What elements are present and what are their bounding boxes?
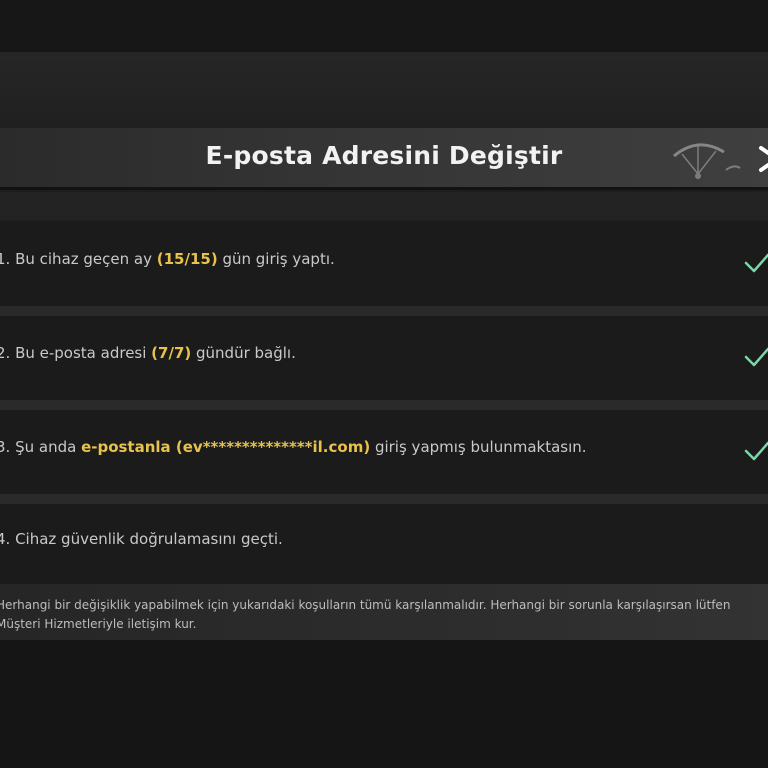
condition-highlight: (7/7): [151, 344, 192, 362]
background-lower: [0, 640, 768, 768]
check-icon: [744, 347, 768, 367]
condition-row: 3. Şu anda e-postanla (ev**************i…: [0, 410, 768, 504]
dialog-footer: Herhangi bir değişiklik yapabilmek için …: [0, 584, 768, 640]
condition-row: 2. Bu e-posta adresi (7/7) gündür bağlı.: [0, 316, 768, 410]
parachute-icon: [673, 143, 741, 179]
condition-text-part: 1. Bu cihaz geçen ay: [0, 250, 157, 268]
condition-highlight: (15/15): [156, 250, 218, 268]
dialog-title: E-posta Adresini Değiştir: [205, 141, 563, 170]
condition-text: 4. Cihaz güvenlik doğrulamasını geçti.: [0, 530, 283, 548]
condition-text-part: 3. Şu anda: [0, 438, 82, 456]
condition-text-part: giriş yapmış bulunmaktasın.: [370, 438, 587, 456]
condition-text: 3. Şu anda e-postanla (ev**************i…: [0, 438, 587, 456]
close-icon[interactable]: [755, 142, 768, 176]
check-icon: [744, 441, 768, 461]
condition-text: 2. Bu e-posta adresi (7/7) gündür bağlı.: [0, 344, 296, 362]
check-icon: [744, 253, 768, 273]
condition-row: 4. Cihaz güvenlik doğrulamasını geçti.: [0, 504, 768, 584]
change-email-dialog: E-posta Adresini Değiştir 1. Bu cihaz ge…: [0, 128, 768, 640]
dialog-subheader: [0, 192, 768, 220]
condition-text-part: gündür bağlı.: [191, 344, 296, 362]
condition-highlight: e-postanla (ev**************il.com): [81, 438, 371, 456]
footer-note: Herhangi bir değişiklik yapabilmek için …: [0, 598, 731, 631]
condition-text-part: 2. Bu e-posta adresi: [0, 344, 152, 362]
condition-text-part: gün giriş yaptı.: [217, 250, 335, 268]
game-screen: E-posta Adresini Değiştir 1. Bu cihaz ge…: [0, 0, 768, 768]
dialog-header: E-posta Adresini Değiştir: [0, 128, 768, 190]
condition-text: 1. Bu cihaz geçen ay (15/15) gün giriş y…: [0, 250, 335, 268]
background-band: [0, 52, 768, 130]
condition-row: 1. Bu cihaz geçen ay (15/15) gün giriş y…: [0, 222, 768, 316]
